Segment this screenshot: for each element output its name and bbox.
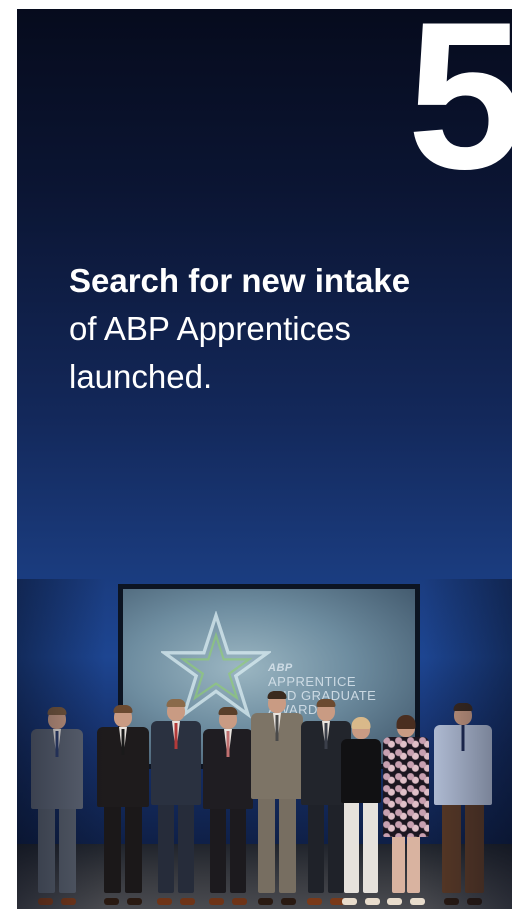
headline-line-3: launched. [69, 358, 213, 395]
person [31, 707, 83, 905]
person [151, 699, 201, 905]
news-card: 5 Search for new intake of ABP Apprentic… [17, 9, 512, 909]
person [339, 717, 383, 905]
headline-line-2: of ABP Apprentices [69, 310, 351, 347]
item-number: 5 [407, 9, 512, 213]
headline-bold: Search for new intake [69, 262, 411, 299]
person [203, 707, 253, 905]
people-group [17, 679, 512, 909]
headline: Search for new intake of ABP Apprentices… [69, 257, 489, 401]
person [97, 705, 149, 905]
abp-mark: ABP [268, 662, 293, 674]
person [433, 703, 493, 905]
group-photo: ABP APPRENTICE AND GRADUATE AWARDS [17, 579, 512, 909]
person [251, 691, 303, 905]
person [381, 715, 431, 905]
